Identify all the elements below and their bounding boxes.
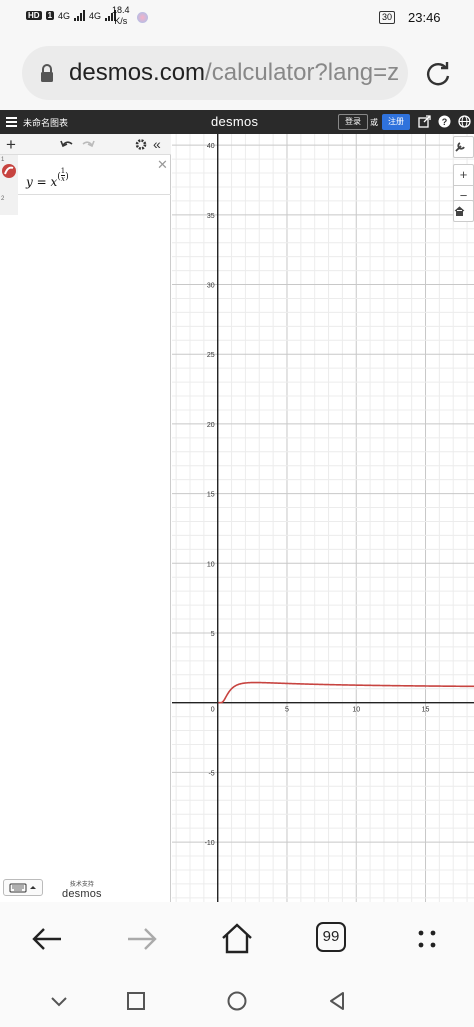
back-arrow-icon[interactable]	[30, 922, 64, 956]
desmos-logo: desmos	[211, 114, 259, 129]
keyboard-icon	[9, 883, 36, 893]
signup-button[interactable]: 注册	[382, 114, 410, 130]
help-icon[interactable]: ?	[438, 115, 451, 128]
graph-settings-button[interactable]	[453, 136, 474, 158]
clock: 23:46	[408, 10, 441, 25]
x-tick-label: 15	[422, 707, 430, 714]
browser-toolbar: desmos.com/calculator?lang=z	[0, 36, 474, 110]
x-tick-label: 0	[211, 707, 215, 714]
address-bar[interactable]: desmos.com/calculator?lang=z	[22, 46, 408, 100]
graph-canvas[interactable]: 0 5 10 15 40 35 30 25 20 15 10 5 -5 -10	[172, 134, 474, 902]
x-tick-label: 10	[352, 707, 360, 714]
system-down-icon[interactable]	[48, 990, 70, 1012]
tabs-button[interactable]: 99	[316, 922, 346, 952]
x-tick-label: 5	[285, 707, 289, 714]
empty-expression-gutter[interactable]: 2	[0, 195, 18, 215]
y-tick-label: 30	[207, 283, 215, 290]
y-tick-label: -10	[205, 840, 215, 847]
speed-value: 18.4	[112, 5, 130, 15]
home-icon[interactable]	[220, 922, 254, 956]
y-tick-label: 5	[211, 631, 215, 638]
url-text[interactable]: desmos.com/calculator?lang=z	[69, 59, 399, 87]
system-back-icon[interactable]	[326, 990, 348, 1012]
browser-nav-bar: 99	[0, 902, 474, 974]
hd-badge: HD	[26, 11, 42, 20]
hamburger-icon[interactable]	[6, 117, 17, 127]
delete-expression-icon[interactable]: ✕	[157, 157, 168, 173]
expression-index: 1	[1, 157, 5, 163]
share-icon[interactable]	[418, 115, 431, 128]
expression-math[interactable]: y = x(1 x)	[26, 167, 69, 190]
expression-color-toggle[interactable]	[2, 164, 16, 178]
network-label-2: 4G	[89, 10, 102, 21]
svg-text:?: ?	[442, 117, 448, 127]
globe-icon[interactable]	[458, 115, 471, 128]
sim-badge: 1	[45, 11, 55, 20]
expression-latex: y = x	[26, 175, 58, 189]
url-host: desmos.com	[69, 59, 206, 86]
undo-icon[interactable]	[60, 137, 74, 152]
login-button[interactable]: 登录	[338, 114, 368, 130]
powered-by-label: 技术支持	[69, 882, 94, 888]
lock-icon	[41, 64, 53, 82]
y-tick-label: -5	[208, 770, 214, 777]
y-tick-label: 35	[207, 213, 215, 220]
system-nav-bar	[0, 974, 474, 1027]
curve-series	[218, 681, 474, 704]
battery-level: 30	[382, 12, 393, 22]
y-tick-label: 20	[207, 422, 215, 429]
graph-title[interactable]: 未命名图表	[23, 116, 68, 129]
collapse-icon[interactable]: «	[153, 137, 161, 152]
more-dots-icon[interactable]	[410, 922, 444, 956]
notification-icon	[137, 12, 148, 23]
expression-gutter: 1	[0, 155, 18, 195]
zoom-in-icon[interactable]: +	[454, 165, 473, 185]
y-tick-label: 25	[207, 352, 215, 359]
y-tick-label: 40	[207, 143, 215, 150]
network-speed: 18.4 K/s	[112, 5, 130, 27]
expression-panel: + « 1 y = x(1 x) ✕ 2 技术支持 desmos	[0, 134, 171, 902]
or-label: 或	[370, 118, 378, 127]
expression-toolbar: + «	[0, 134, 171, 155]
expression-index: 2	[1, 196, 5, 202]
graph-paper[interactable]: 0 5 10 15 40 35 30 25 20 15 10 5 -5 -10 + −	[172, 134, 474, 902]
y-tick-label: 15	[207, 492, 215, 499]
battery-icon: 30	[379, 11, 396, 24]
powered-by[interactable]: 技术支持 desmos	[62, 879, 102, 900]
reload-icon[interactable]	[424, 60, 452, 88]
forward-arrow-icon[interactable]	[125, 922, 159, 956]
speed-unit: K/s	[114, 16, 128, 26]
signal-indicators: HD 1 4G 4G	[26, 10, 117, 21]
tabs-count: 99	[322, 928, 340, 945]
status-bar: HD 1 4G 4G 18.4 K/s 30 23:46	[0, 0, 474, 36]
home-icon[interactable]	[454, 201, 473, 221]
network-label-1: 4G	[58, 10, 71, 21]
signal-bars-icon	[74, 10, 86, 21]
wrench-icon[interactable]	[454, 137, 473, 157]
expression-exponent: (1 x)	[57, 167, 69, 183]
redo-icon[interactable]	[81, 137, 95, 152]
default-viewport-button[interactable]	[453, 200, 474, 222]
powered-by-brand: desmos	[62, 888, 102, 900]
expression-row[interactable]: 1 y = x(1 x) ✕	[0, 155, 171, 195]
keyboard-toggle-button[interactable]	[3, 879, 43, 896]
url-path: /calculator?lang=z	[205, 59, 399, 86]
gear-icon[interactable]	[135, 137, 147, 152]
y-tick-label: 10	[207, 561, 215, 568]
system-recents-icon[interactable]	[125, 990, 147, 1012]
system-home-icon[interactable]	[226, 990, 248, 1012]
desmos-header: 未命名图表 desmos 登录 或 注册 ?	[0, 110, 474, 134]
curve-visible-icon	[4, 166, 14, 175]
add-icon[interactable]: +	[6, 136, 16, 153]
